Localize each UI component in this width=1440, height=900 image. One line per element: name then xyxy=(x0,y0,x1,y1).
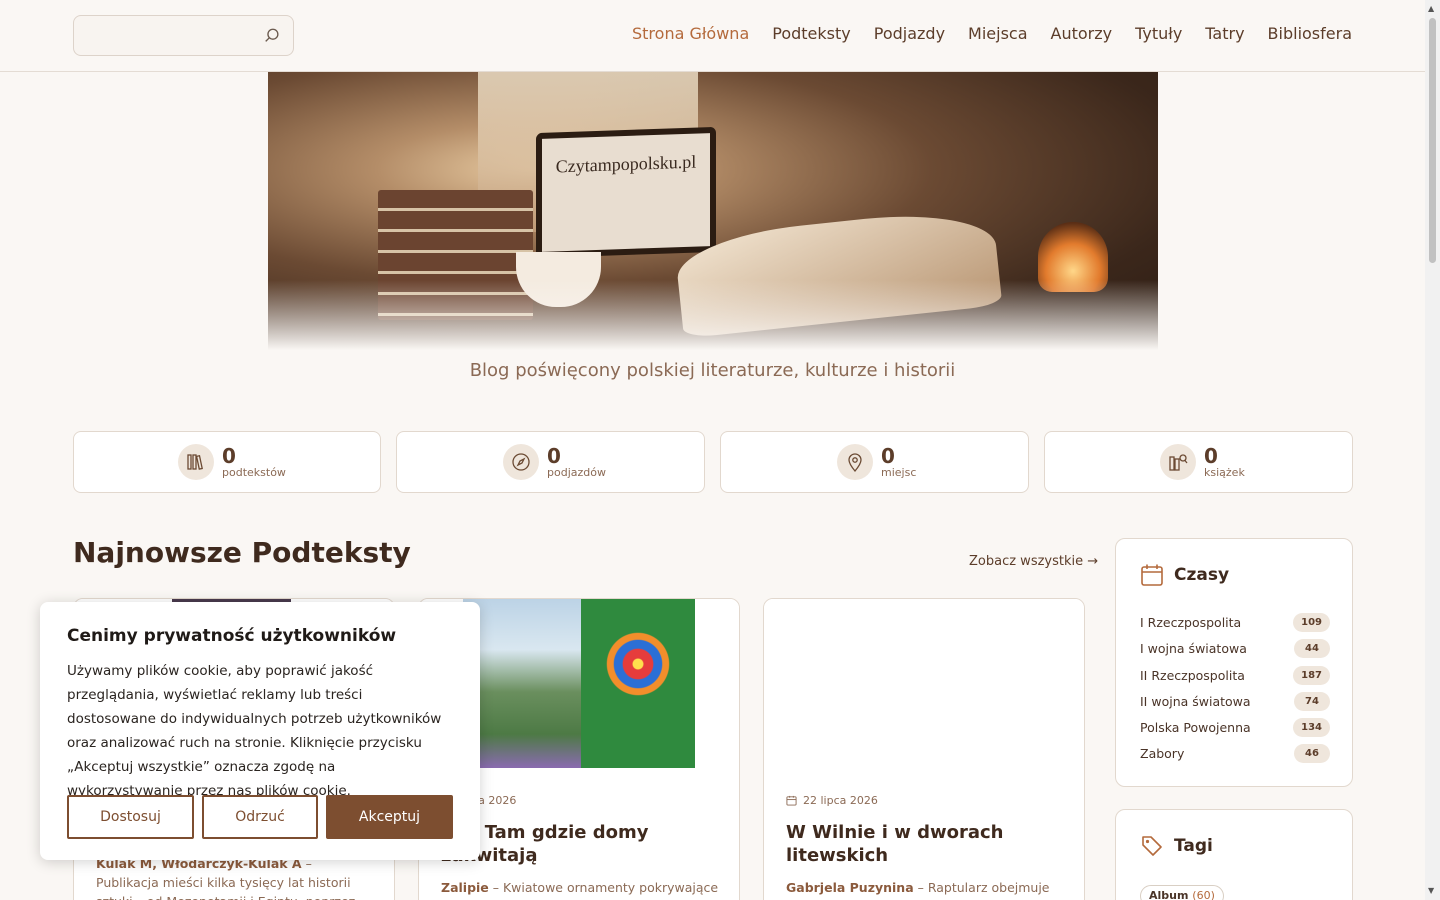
section-title: Najnowsze Podteksty xyxy=(73,536,411,569)
sidebar-czasy-title: Czasy xyxy=(1174,565,1230,585)
calendar-icon xyxy=(1141,564,1163,586)
czasy-item-i-wojna-swiatowa[interactable]: I wojna światowa 44 xyxy=(1140,639,1330,658)
count-badge: 109 xyxy=(1293,613,1330,632)
scroll-down-arrow-icon[interactable]: ▼ xyxy=(1428,886,1434,895)
tag-count: (60) xyxy=(1192,889,1215,900)
post-date-text: 22 lipca 2026 xyxy=(803,794,878,807)
stat-label: książek xyxy=(1204,465,1245,479)
czasy-item-label: I Rzeczpospolita xyxy=(1140,615,1242,630)
map-pin-icon xyxy=(837,444,873,480)
scroll-up-arrow-icon[interactable]: ▲ xyxy=(1428,4,1434,13)
post-excerpt-text: – Kwiatowe ornamenty pokrywające xyxy=(488,880,719,895)
stat-value: 0 xyxy=(222,443,236,468)
sidebar-tagi: Tagi Album (60) xyxy=(1115,809,1353,900)
site-header: Strona Główna Podteksty Podjazdy Miejsca… xyxy=(0,0,1425,72)
books-icon xyxy=(178,444,214,480)
search-input[interactable] xyxy=(84,24,254,48)
nav-item-tatry[interactable]: Tatry xyxy=(1205,24,1244,43)
tag-icon xyxy=(1142,836,1162,856)
reject-button[interactable]: Odrzuć xyxy=(202,795,318,839)
calendar-icon xyxy=(786,795,797,806)
customize-button[interactable]: Dostosuj xyxy=(67,795,194,839)
post-thumbnail xyxy=(764,599,1084,768)
post-excerpt: Zalipie – Kwiatowe ornamenty pokrywające xyxy=(441,878,721,897)
book-search-icon xyxy=(1160,444,1196,480)
sidebar-czasy-header: Czasy xyxy=(1140,563,1229,587)
nav-item-miejsca[interactable]: Miejsca xyxy=(968,24,1027,43)
czasy-item-i-rzeczpospolita[interactable]: I Rzeczpospolita 109 xyxy=(1140,613,1330,632)
count-badge: 44 xyxy=(1294,639,1330,658)
stat-label: miejsc xyxy=(881,465,917,479)
hero-image: Czytampopolsku.pl xyxy=(268,72,1158,350)
czasy-item-polska-powojenna[interactable]: Polska Powojenna 134 xyxy=(1140,718,1330,737)
post-excerpt-author: Gabrjela Puzynina xyxy=(786,880,914,895)
czasy-item-label: I wojna światowa xyxy=(1140,641,1247,656)
tag-album[interactable]: Album (60) xyxy=(1140,885,1224,900)
hero-fade xyxy=(268,280,1158,350)
nav-item-podteksty[interactable]: Podteksty xyxy=(772,24,850,43)
hero-screen-text: Czytampopolsku.pl xyxy=(555,151,697,177)
nav-item-strona-glowna[interactable]: Strona Główna xyxy=(632,24,749,43)
stat-label: podtekstów xyxy=(222,465,286,479)
czasy-item-ii-wojna-swiatowa[interactable]: II wojna światowa 74 xyxy=(1140,692,1330,711)
stat-ksiazki[interactable]: 0 książek xyxy=(1044,431,1353,493)
main-nav: Strona Główna Podteksty Podjazdy Miejsca… xyxy=(632,24,1352,43)
czasy-item-label: II wojna światowa xyxy=(1140,694,1251,709)
nav-item-bibliosfera[interactable]: Bibliosfera xyxy=(1268,24,1352,43)
stat-podjazdy[interactable]: 0 podjazdów xyxy=(396,431,705,493)
stat-value: 0 xyxy=(881,443,895,468)
accept-button[interactable]: Akceptuj xyxy=(326,795,453,839)
nav-item-tytuly[interactable]: Tytuły xyxy=(1135,24,1182,43)
count-badge: 134 xyxy=(1293,718,1330,737)
stat-miejsca[interactable]: 0 miejsc xyxy=(720,431,1029,493)
czasy-item-zabory[interactable]: Zabory 46 xyxy=(1140,744,1330,763)
stat-value: 0 xyxy=(1204,443,1218,468)
count-badge: 187 xyxy=(1293,666,1330,685)
cookie-text: Używamy plików cookie, aby poprawić jako… xyxy=(67,663,442,799)
hero-laptop: Czytampopolsku.pl xyxy=(536,126,716,259)
cookie-title: Cenimy prywatność użytkowników xyxy=(67,626,397,646)
search-icon[interactable] xyxy=(263,27,281,45)
stat-value: 0 xyxy=(547,443,561,468)
count-badge: 46 xyxy=(1294,744,1330,763)
sidebar-tagi-title: Tagi xyxy=(1174,836,1213,856)
nav-item-podjazdy[interactable]: Podjazdy xyxy=(874,24,945,43)
post-excerpt-author: Zalipie xyxy=(441,880,489,895)
sidebar-tagi-header: Tagi xyxy=(1140,834,1213,858)
czasy-item-label: II Rzeczpospolita xyxy=(1140,668,1245,683)
post-title[interactable]: ipie Tam gdzie domy zakwitają xyxy=(441,821,721,867)
page-scrollbar[interactable]: ▲ ▼ xyxy=(1425,0,1440,900)
post-card[interactable]: 22 lipca 2026 W Wilnie i w dworach litew… xyxy=(763,598,1085,900)
see-all-link[interactable]: Zobacz wszystkie → xyxy=(969,554,1098,569)
cookie-consent-dialog: Cenimy prywatność użytkowników Używamy p… xyxy=(40,602,480,860)
stat-podteksty[interactable]: 0 podtekstów xyxy=(73,431,381,493)
count-badge: 74 xyxy=(1294,692,1330,711)
scrollbar-thumb[interactable] xyxy=(1429,18,1436,263)
post-excerpt: Gabrjela Puzynina – Raptularz obejmuje l… xyxy=(786,878,1066,900)
post-date: 22 lipca 2026 xyxy=(786,794,878,807)
czasy-item-label: Polska Powojenna xyxy=(1140,720,1251,735)
search-box[interactable] xyxy=(73,15,294,56)
tag-label: Album xyxy=(1149,889,1189,900)
sidebar-czasy: Czasy I Rzeczpospolita 109 I wojna świato… xyxy=(1115,538,1353,787)
compass-icon xyxy=(503,444,539,480)
czasy-item-label: Zabory xyxy=(1140,746,1185,761)
post-title[interactable]: W Wilnie i w dworach litewskich xyxy=(786,821,1066,867)
post-excerpt: Kulak M, Włodarczyk-Kulak A – Publikacja… xyxy=(96,854,376,900)
nav-item-autorzy[interactable]: Autorzy xyxy=(1051,24,1113,43)
czasy-item-ii-rzeczpospolita[interactable]: II Rzeczpospolita 187 xyxy=(1140,666,1330,685)
stat-label: podjazdów xyxy=(547,465,606,479)
site-tagline: Blog poświęcony polskiej literaturze, ku… xyxy=(469,360,956,381)
